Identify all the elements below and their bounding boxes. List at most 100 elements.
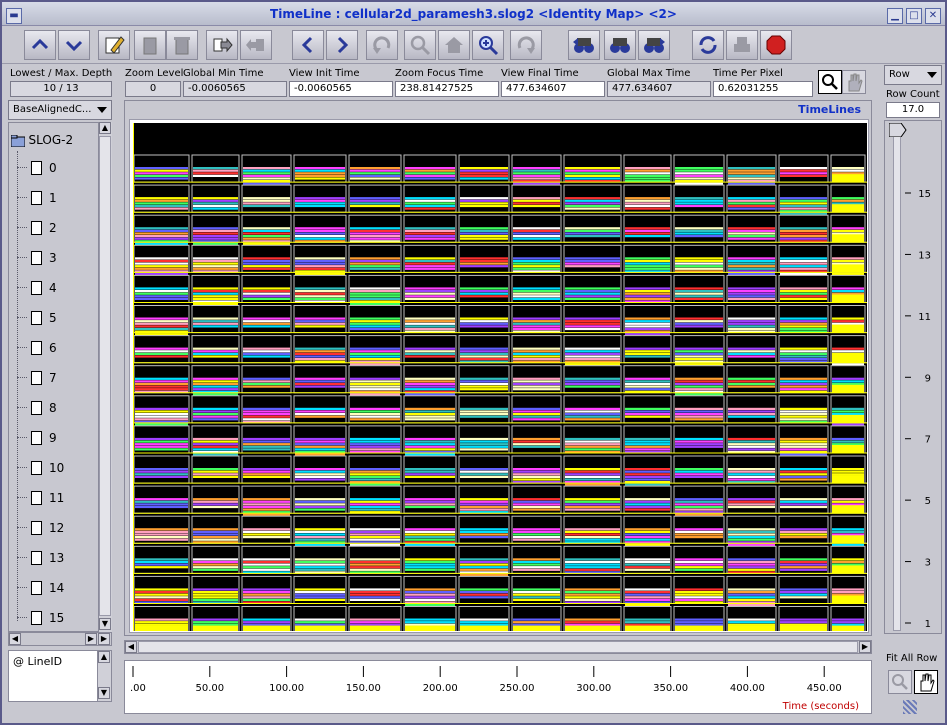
timeline-canvas[interactable] xyxy=(133,123,867,631)
timeline-state-band xyxy=(625,498,670,501)
search-init-button[interactable] xyxy=(604,30,636,60)
close-icon[interactable]: ✕ xyxy=(925,8,941,24)
timeline-state-band xyxy=(193,530,238,533)
print-button[interactable] xyxy=(726,30,758,60)
timeline-state-band xyxy=(243,377,290,380)
row-combo[interactable]: Row xyxy=(884,65,942,85)
view-init-time-field[interactable]: -0.0060565 xyxy=(289,81,393,97)
timeline-state-band xyxy=(243,232,290,235)
timeline-state-band xyxy=(728,591,775,594)
timeline-state-band xyxy=(565,538,620,541)
timeline-scroll-left-icon[interactable]: ◀ xyxy=(125,641,137,653)
timeline-state-band xyxy=(193,227,238,230)
map-combo[interactable]: BaseAlignedC... xyxy=(8,100,112,120)
timeline-state-band xyxy=(728,563,775,566)
tree-vscrollbar[interactable]: ▲ ▼ xyxy=(98,122,112,632)
timeline-state-band xyxy=(460,505,508,509)
timeline-state-band xyxy=(460,317,508,320)
tree-vscroll-thumb[interactable] xyxy=(99,136,111,616)
timeline-state-band xyxy=(728,287,775,290)
line-id-scroll-up-icon[interactable]: ▲ xyxy=(98,651,110,663)
timeline-scroll-right-icon[interactable]: ▶ xyxy=(859,641,871,653)
zoom-focus-time-field[interactable]: 238.81427525 xyxy=(395,81,499,97)
timeline-state-band xyxy=(728,415,775,418)
resize-grip-icon[interactable] xyxy=(903,700,917,714)
scroll-right-arrow-icon-2[interactable]: ▶ xyxy=(98,633,110,645)
line-id-scrollbar[interactable]: ▲ ▼ xyxy=(97,651,111,701)
minimize-icon[interactable]: ▁ xyxy=(887,8,903,24)
timeline-state-band xyxy=(780,204,827,208)
timeline-hscrollbar[interactable]: ◀ ▶ xyxy=(124,640,872,654)
scroll-up-button[interactable] xyxy=(24,30,56,60)
timeline-state-band xyxy=(193,229,238,232)
tree-branch xyxy=(17,437,27,438)
timeline-state-band xyxy=(295,588,345,591)
fit-all-row-label[interactable]: Fit All Row xyxy=(886,653,937,664)
timeline-state-band xyxy=(513,358,560,361)
timeline-hscroll-thumb[interactable] xyxy=(138,641,858,653)
timeline-state-band xyxy=(513,445,560,448)
timeline-state-band xyxy=(405,560,455,564)
document-icon xyxy=(31,281,42,295)
stop-button[interactable] xyxy=(760,30,792,60)
scroll-right-arrow-icon[interactable]: ▶ xyxy=(85,633,97,645)
clipboard-button[interactable] xyxy=(134,30,166,60)
scroll-down-button[interactable] xyxy=(58,30,90,60)
tree-hscrollbar[interactable]: ◀ ▶ ▶ xyxy=(8,632,112,646)
scroll-down-arrow-icon[interactable]: ▼ xyxy=(99,618,111,630)
tree-row-label: 14 xyxy=(49,581,65,595)
timeline-state-band xyxy=(243,259,290,263)
timeline-state-band xyxy=(193,475,238,478)
home-button[interactable] xyxy=(438,30,470,60)
tree-root[interactable]: SLOG-2 xyxy=(10,133,73,148)
delete-button[interactable] xyxy=(166,30,198,60)
timeline-state-band xyxy=(565,568,620,571)
scroll-left-button[interactable] xyxy=(292,30,324,60)
timeline-state-band xyxy=(243,505,290,509)
timeline-state-band xyxy=(243,415,290,418)
timeline-state-band xyxy=(460,498,508,501)
scroll-left-arrow-icon[interactable]: ◀ xyxy=(9,633,21,645)
timeline-state-band xyxy=(625,295,670,298)
line-id-scroll-down-icon[interactable]: ▼ xyxy=(98,687,110,699)
row-count-field[interactable]: 17.0 xyxy=(886,102,940,118)
row-zoom-button[interactable] xyxy=(888,670,912,694)
redo-zoom-button[interactable] xyxy=(510,30,542,60)
timeline-state-band xyxy=(675,500,723,503)
timeline-state-band xyxy=(405,385,455,388)
view-final-time-label: View Final Time xyxy=(501,68,579,79)
timeline-state-band xyxy=(350,568,400,571)
timeline-state-band xyxy=(513,199,560,202)
row-hand-button[interactable] xyxy=(914,670,938,694)
timeline-state-band xyxy=(350,169,400,172)
timeline-state-band xyxy=(625,380,670,383)
hand-mode-button[interactable] xyxy=(842,70,866,94)
timeline-state-band xyxy=(350,303,400,306)
timeline-state-band xyxy=(405,355,455,358)
timeline-state-band xyxy=(728,227,775,230)
timeline-fill-band xyxy=(780,625,827,631)
time-per-pixel-field[interactable]: 0.62031255 xyxy=(713,81,813,97)
edit-button[interactable] xyxy=(98,30,130,60)
zoom-in-button[interactable] xyxy=(472,30,504,60)
zoom-out-button[interactable] xyxy=(404,30,436,60)
scroll-right-button[interactable] xyxy=(326,30,358,60)
undo-zoom-button[interactable] xyxy=(366,30,398,60)
search-forward-button[interactable] xyxy=(638,30,670,60)
timeline-state-band xyxy=(565,418,620,421)
timeline-state-band xyxy=(243,568,290,571)
maximize-icon[interactable]: □ xyxy=(906,8,922,24)
timeline-state-band xyxy=(460,347,508,350)
undo-move-button[interactable] xyxy=(240,30,272,60)
redo-move-button[interactable] xyxy=(206,30,238,60)
timeline-state-band xyxy=(780,470,827,473)
title-bar[interactable]: ▬ TimeLine : cellular2d_paramesh3.slog2 … xyxy=(2,2,945,26)
scroll-up-arrow-icon[interactable]: ▲ xyxy=(99,122,111,134)
search-backward-button[interactable] xyxy=(568,30,600,60)
zoom-mode-button[interactable] xyxy=(818,70,842,94)
view-final-time-field[interactable]: 477.634607 xyxy=(501,81,605,97)
refresh-button[interactable] xyxy=(692,30,724,60)
timeline-state-band xyxy=(135,500,188,503)
pencil-icon xyxy=(105,36,125,54)
timeline-fill-band xyxy=(832,505,864,514)
